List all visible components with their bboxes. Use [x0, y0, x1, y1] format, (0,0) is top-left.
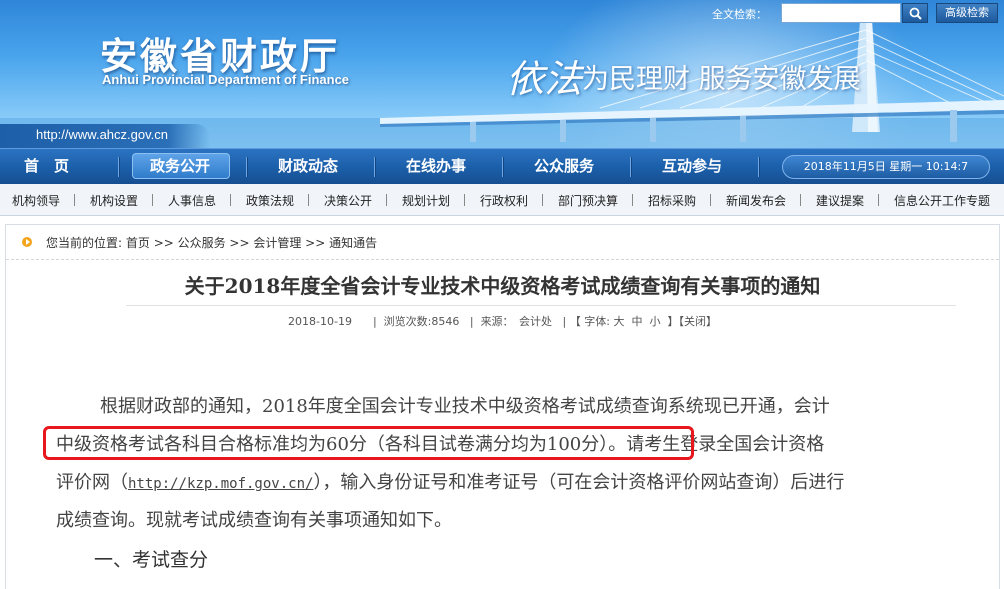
- subnav-divider: [800, 194, 801, 206]
- font-size-small[interactable]: 小: [649, 315, 660, 328]
- subnav-divider: [632, 194, 633, 206]
- article-source: 来源： 会计处: [480, 315, 553, 328]
- subnav-item[interactable]: 建议提案: [816, 192, 864, 209]
- header-banner: 安徽省财政厅 Anhui Provincial Department of Fi…: [0, 0, 1004, 148]
- subnav-divider: [74, 194, 75, 206]
- subnav-divider: [464, 194, 465, 206]
- subnav-item[interactable]: 机构领导: [12, 192, 60, 209]
- subnav-divider: [152, 194, 153, 206]
- nav-divider: [758, 157, 760, 177]
- search-input[interactable]: [781, 3, 901, 23]
- breadcrumb-text: 您当前的位置: 首页 >> 公众服务 >> 会计管理 >> 通知通告: [46, 234, 377, 251]
- main-nav: 首 页 政务公开 财政动态 在线办事 公众服务 互动参与 2018年11月5日 …: [0, 148, 1004, 184]
- subnav-item[interactable]: 规划计划: [402, 192, 450, 209]
- nav-public-services[interactable]: 公众服务: [534, 149, 594, 184]
- nav-divider: [246, 157, 248, 177]
- nav-finance-news[interactable]: 财政动态: [278, 149, 338, 184]
- site-url: http://www.ahcz.gov.cn: [36, 127, 168, 142]
- close-link[interactable]: 】【关闭】: [667, 315, 717, 328]
- article-body: 根据财政部的通知，2018年度全国会计专业技术中级资格考试成绩查询系统现已开通，…: [56, 388, 961, 540]
- subnav-item[interactable]: 决策公开: [324, 192, 372, 209]
- subnav-divider: [542, 194, 543, 206]
- body-line-4: 成绩查询。现就考试成绩查询有关事项通知如下。: [56, 510, 452, 531]
- subnav-item[interactable]: 部门预决算: [558, 192, 618, 209]
- article-title: 关于2018年度全省会计专业技术中级资格考试成绩查询有关事项的通知: [184, 274, 821, 298]
- slogan-big: 依法: [506, 57, 583, 101]
- current-datetime: 2018年11月5日 星期一 10:14:7: [782, 155, 990, 179]
- nav-divider: [118, 157, 120, 177]
- site-subtitle: Anhui Provincial Department of Finance: [102, 72, 350, 87]
- body-line-3a: 评价网（: [56, 472, 128, 493]
- breadcrumb-prefix: 您当前的位置:: [46, 236, 123, 250]
- subnav-divider: [308, 194, 309, 206]
- subnav-item[interactable]: 新闻发布会: [726, 192, 786, 209]
- subnav-item[interactable]: 招标采购: [648, 192, 696, 209]
- font-size-medium[interactable]: 中: [631, 315, 642, 328]
- subnav-divider: [878, 194, 879, 206]
- subnav-item[interactable]: 机构设置: [90, 192, 138, 209]
- subnav-item[interactable]: 行政权利: [480, 192, 528, 209]
- breadcrumb: 您当前的位置: 首页 >> 公众服务 >> 会计管理 >> 通知通告: [6, 225, 999, 260]
- section-heading: 一、考试查分: [94, 549, 209, 571]
- body-line-1: 根据财政部的通知，2018年度全国会计专业技术中级资格考试成绩查询系统现已开通，…: [100, 396, 830, 417]
- subnav-divider: [386, 194, 387, 206]
- kzp-link[interactable]: http://kzp.mof.gov.cn/: [128, 476, 313, 492]
- search-button[interactable]: [902, 3, 928, 23]
- site-url-tab: http://www.ahcz.gov.cn: [0, 124, 210, 148]
- sub-nav: 机构领导 机构设置 人事信息 政策法规 决策公开 规划计划 行政权利 部门预决算…: [0, 184, 1004, 216]
- nav-divider: [374, 157, 376, 177]
- article-meta: 2018-10-19 | 浏览次数:8546 | 来源： 会计处 | 【 字体:…: [288, 315, 717, 328]
- subnav-item[interactable]: 人事信息: [168, 192, 216, 209]
- article-views: 浏览次数:8546: [383, 315, 460, 328]
- search-icon: [909, 7, 922, 20]
- banner-slogan: 依法为民理财 服务安徽发展: [506, 48, 861, 103]
- nav-government-affairs[interactable]: 政务公开: [150, 149, 210, 184]
- font-size-large[interactable]: 大: [613, 315, 624, 328]
- subnav-divider: [230, 194, 231, 206]
- font-size-label: 【 字体:: [569, 315, 610, 328]
- article-date: 2018-10-19: [288, 315, 352, 328]
- search-label: 全文检索：: [712, 8, 767, 21]
- nav-divider: [630, 157, 632, 177]
- subnav-item[interactable]: 政策法规: [246, 192, 294, 209]
- nav-home[interactable]: 首 页: [24, 149, 69, 184]
- body-line-3: 评价网（http://kzp.mof.gov.cn/），输入身份证号和准考证号（…: [56, 464, 961, 502]
- advanced-search-button[interactable]: 高级检索: [936, 3, 998, 23]
- slogan-rest: 为民理财 服务安徽发展: [582, 64, 861, 95]
- title-divider: [126, 305, 956, 306]
- location-icon: [22, 237, 32, 247]
- subnav-item[interactable]: 信息公开工作专题: [894, 192, 990, 209]
- breadcrumb-path[interactable]: 首页 >> 公众服务 >> 会计管理 >> 通知通告: [126, 236, 377, 250]
- nav-interaction[interactable]: 互动参与: [662, 149, 722, 184]
- subnav-divider: [710, 194, 711, 206]
- red-highlight-box: [43, 426, 694, 460]
- nav-divider: [502, 157, 504, 177]
- body-line-3b: ），输入身份证号和准考证号（可在会计资格评价网站查询）后进行: [313, 472, 845, 493]
- nav-online-services[interactable]: 在线办事: [406, 149, 466, 184]
